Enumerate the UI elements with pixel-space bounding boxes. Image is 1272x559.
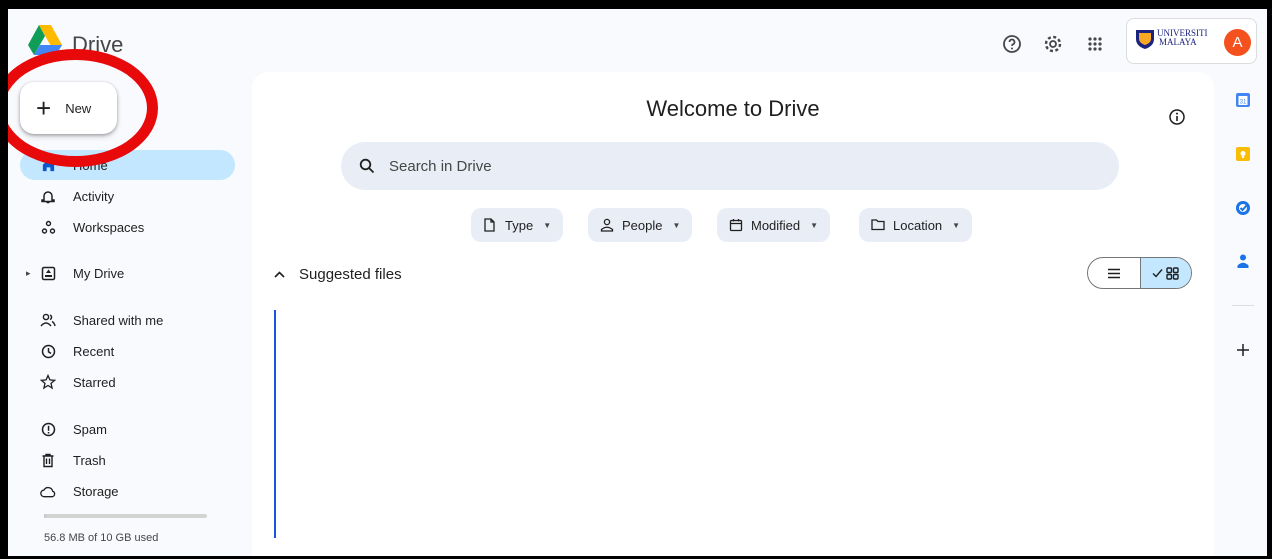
calendar-app-icon[interactable]: 31 (1234, 91, 1252, 109)
list-icon (1107, 268, 1120, 278)
filter-chip-people[interactable]: People ▼ (588, 208, 693, 242)
drive-icon (40, 265, 56, 281)
storage-progress-bar (44, 514, 207, 518)
tasks-app-icon[interactable] (1234, 199, 1252, 217)
suggested-files-header[interactable]: Suggested files (274, 266, 402, 283)
sidebar-item-label: Trash (73, 452, 106, 468)
chevron-up-icon[interactable] (274, 271, 285, 278)
apps-grid-icon[interactable] (1084, 33, 1106, 55)
file-icon (483, 218, 497, 232)
help-icon[interactable] (1001, 33, 1023, 55)
filter-chip-label: Modified (751, 217, 801, 233)
filter-chip-label: Location (893, 217, 943, 233)
list-view-button[interactable] (1088, 258, 1140, 288)
workspaces-icon (40, 219, 56, 235)
grid-icon (1152, 267, 1179, 280)
people-icon (40, 312, 56, 328)
filter-chip-location[interactable]: Location ▼ (859, 208, 973, 242)
dropdown-arrow-icon: ▼ (672, 220, 681, 230)
storage-progress-fill (44, 514, 46, 518)
avatar[interactable]: A (1224, 29, 1251, 56)
university-crest-icon (1136, 30, 1154, 49)
plus-icon: + (36, 93, 52, 123)
filter-chip-label: Type (505, 217, 534, 233)
sidebar-item-spam[interactable]: Spam (20, 414, 235, 444)
section-title: Suggested files (299, 266, 402, 283)
settings-icon[interactable] (1042, 33, 1064, 55)
text-cursor-line (274, 310, 276, 538)
svg-text:31: 31 (1240, 100, 1247, 106)
sidebar-item-storage[interactable]: Storage (20, 476, 235, 506)
search-icon[interactable] (359, 158, 375, 174)
clock-icon (40, 343, 56, 359)
app-title[interactable]: Drive (72, 32, 123, 58)
spam-icon (40, 421, 56, 437)
sidebar-item-label: My Drive (73, 265, 125, 281)
star-icon (40, 374, 56, 390)
sidebar-item-label: Activity (73, 188, 115, 204)
cloud-icon (40, 483, 56, 499)
sidebar-item-trash[interactable]: Trash (20, 445, 235, 475)
new-button-label: New (65, 100, 92, 116)
filter-chip-label: People (622, 217, 663, 233)
folder-icon (871, 218, 885, 232)
organization-name: UNIVERSITI MALAYA (1157, 28, 1208, 47)
account-switcher[interactable]: UNIVERSITI MALAYA A (1126, 18, 1257, 64)
sidebar-item-my-drive[interactable]: ▸ My Drive (20, 258, 235, 288)
drive-window: Drive UNIVERSITI MALAYA A + New Home Act… (8, 9, 1267, 556)
sidebar-item-label: Starred (73, 374, 116, 390)
sidebar-item-workspaces[interactable]: Workspaces (20, 212, 235, 242)
filter-chip-type[interactable]: Type ▼ (471, 208, 564, 242)
new-button[interactable]: + New (20, 82, 117, 134)
contacts-app-icon[interactable] (1234, 252, 1252, 270)
sidebar-item-home[interactable]: Home (20, 150, 235, 180)
search-input[interactable] (389, 157, 1039, 175)
storage-usage-text: 56.8 MB of 10 GB used (44, 532, 159, 544)
filter-chip-modified[interactable]: Modified ▼ (717, 208, 831, 242)
drive-logo-icon[interactable] (28, 25, 62, 55)
sidebar-item-label: Shared with me (73, 312, 164, 328)
grid-view-button[interactable] (1139, 258, 1191, 288)
info-icon[interactable] (1168, 108, 1186, 126)
sidebar-item-recent[interactable]: Recent (20, 336, 235, 366)
side-panel-divider (1232, 305, 1254, 306)
keep-app-icon[interactable] (1234, 145, 1252, 163)
dropdown-arrow-icon: ▼ (810, 220, 819, 230)
bell-icon (40, 188, 56, 204)
trash-icon (40, 452, 56, 468)
sidebar-item-label: Recent (73, 343, 115, 359)
dropdown-arrow-icon: ▼ (543, 220, 552, 230)
view-toggle[interactable] (1087, 257, 1192, 289)
sidebar-item-starred[interactable]: Starred (20, 367, 235, 397)
sidebar-item-label: Home (73, 157, 108, 173)
main-content: Welcome to Drive Type ▼ People ▼ Modifie… (252, 72, 1214, 556)
sidebar-item-label: Spam (73, 421, 107, 437)
sidebar-item-activity[interactable]: Activity (20, 181, 235, 211)
sidebar-item-label: Workspaces (73, 219, 145, 235)
dropdown-arrow-icon: ▼ (952, 220, 961, 230)
search-bar[interactable] (341, 142, 1119, 190)
sidebar-item-label: Storage (73, 483, 119, 499)
home-icon (40, 157, 56, 173)
page-title: Welcome to Drive (646, 96, 820, 121)
sidebar-item-shared-with-me[interactable]: Shared with me (20, 305, 235, 335)
calendar-icon (729, 218, 743, 232)
expand-arrow-icon[interactable]: ▸ (26, 268, 31, 279)
person-icon (600, 218, 614, 232)
add-app-icon[interactable] (1234, 341, 1252, 359)
